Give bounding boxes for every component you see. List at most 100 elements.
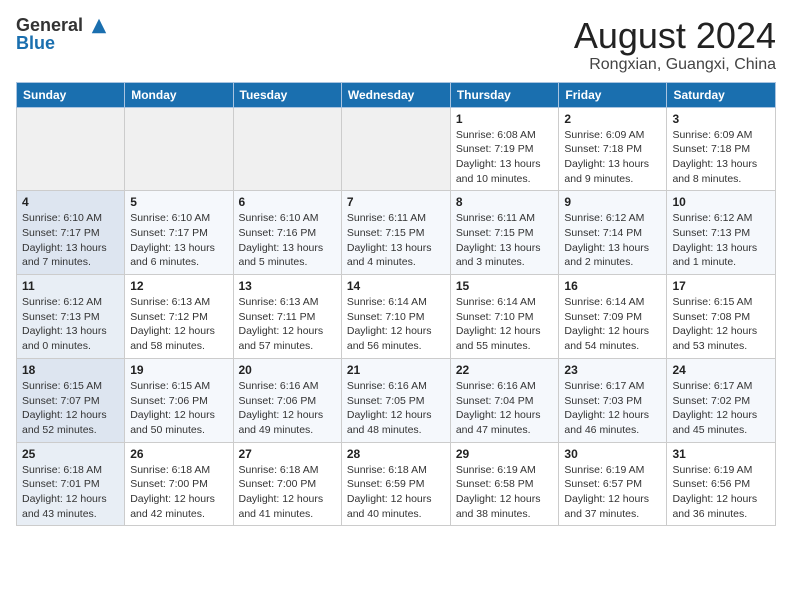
- day-number: 14: [347, 279, 445, 293]
- calendar-week-row: 4 Sunrise: 6:10 AMSunset: 7:17 PMDaylight…: [17, 191, 776, 275]
- day-info: Sunrise: 6:18 AMSunset: 7:01 PMDaylight:…: [22, 463, 119, 522]
- title-area: August 2024 Rongxian, Guangxi, China: [574, 16, 776, 74]
- calendar-cell: 26 Sunrise: 6:18 AMSunset: 7:00 PMDayligh…: [125, 442, 233, 526]
- calendar-cell: 24 Sunrise: 6:17 AMSunset: 7:02 PMDayligh…: [667, 358, 776, 442]
- day-number: 28: [347, 447, 445, 461]
- day-info: Sunrise: 6:18 AMSunset: 7:00 PMDaylight:…: [130, 463, 227, 522]
- weekday-header-saturday: Saturday: [667, 82, 776, 107]
- day-info: Sunrise: 6:10 AMSunset: 7:16 PMDaylight:…: [239, 211, 336, 270]
- day-info: Sunrise: 6:14 AMSunset: 7:10 PMDaylight:…: [456, 295, 554, 354]
- day-info: Sunrise: 6:17 AMSunset: 7:03 PMDaylight:…: [564, 379, 661, 438]
- calendar-cell: 16Sunrise: 6:14 AMSunset: 7:09 PMDayligh…: [559, 275, 667, 359]
- weekday-header-thursday: Thursday: [450, 82, 559, 107]
- calendar-cell: [17, 107, 125, 191]
- calendar-cell: 27 Sunrise: 6:18 AMSunset: 7:00 PMDayligh…: [233, 442, 341, 526]
- day-info: Sunrise: 6:09 AMSunset: 7:18 PMDaylight:…: [672, 128, 770, 187]
- day-info: Sunrise: 6:09 AMSunset: 7:18 PMDaylight:…: [564, 128, 661, 187]
- calendar-cell: 5Sunrise: 6:10 AMSunset: 7:17 PMDaylight…: [125, 191, 233, 275]
- calendar-cell: [341, 107, 450, 191]
- weekday-header-monday: Monday: [125, 82, 233, 107]
- calendar-cell: 4Sunrise: 6:10 AMSunset: 7:17 PMDaylight…: [17, 191, 125, 275]
- calendar-cell: [125, 107, 233, 191]
- day-number: 26: [130, 447, 227, 461]
- calendar-cell: 20 Sunrise: 6:16 AMSunset: 7:06 PMDayligh…: [233, 358, 341, 442]
- calendar-cell: 29 Sunrise: 6:19 AMSunset: 6:58 PMDayligh…: [450, 442, 559, 526]
- day-number: 8: [456, 195, 554, 209]
- day-number: 29: [456, 447, 554, 461]
- calendar-table: SundayMondayTuesdayWednesdayThursdayFrid…: [16, 82, 776, 527]
- day-number: 7: [347, 195, 445, 209]
- day-info: Sunrise: 6:10 AMSunset: 7:17 PMDaylight:…: [130, 211, 227, 270]
- day-info: Sunrise: 6:15 AMSunset: 7:08 PMDaylight:…: [672, 295, 770, 354]
- day-number: 12: [130, 279, 227, 293]
- calendar-cell: 2 Sunrise: 6:09 AMSunset: 7:18 PMDaylight…: [559, 107, 667, 191]
- day-info: Sunrise: 6:14 AMSunset: 7:09 PMDaylight:…: [564, 295, 661, 354]
- day-number: 17: [672, 279, 770, 293]
- day-number: 23: [564, 363, 661, 377]
- calendar-cell: 14 Sunrise: 6:14 AMSunset: 7:10 PMDayligh…: [341, 275, 450, 359]
- day-number: 11: [22, 279, 119, 293]
- day-number: 15: [456, 279, 554, 293]
- day-info: Sunrise: 6:19 AMSunset: 6:58 PMDaylight:…: [456, 463, 554, 522]
- calendar-week-row: 1 Sunrise: 6:08 AMSunset: 7:19 PMDaylight…: [17, 107, 776, 191]
- day-number: 31: [672, 447, 770, 461]
- day-info: Sunrise: 6:13 AMSunset: 7:11 PMDaylight:…: [239, 295, 336, 354]
- day-info: Sunrise: 6:16 AMSunset: 7:06 PMDaylight:…: [239, 379, 336, 438]
- calendar-cell: 11 Sunrise: 6:12 AMSunset: 7:13 PMDayligh…: [17, 275, 125, 359]
- day-number: 30: [564, 447, 661, 461]
- calendar-cell: 17 Sunrise: 6:15 AMSunset: 7:08 PMDayligh…: [667, 275, 776, 359]
- day-number: 19: [130, 363, 227, 377]
- day-info: Sunrise: 6:13 AMSunset: 7:12 PMDaylight:…: [130, 295, 227, 354]
- calendar-cell: 18Sunrise: 6:15 AMSunset: 7:07 PMDayligh…: [17, 358, 125, 442]
- calendar-week-row: 25 Sunrise: 6:18 AMSunset: 7:01 PMDayligh…: [17, 442, 776, 526]
- calendar-cell: 12 Sunrise: 6:13 AMSunset: 7:12 PMDayligh…: [125, 275, 233, 359]
- calendar-week-row: 18Sunrise: 6:15 AMSunset: 7:07 PMDayligh…: [17, 358, 776, 442]
- day-number: 2: [564, 112, 661, 126]
- day-info: Sunrise: 6:18 AMSunset: 7:00 PMDaylight:…: [239, 463, 336, 522]
- calendar-cell: 15 Sunrise: 6:14 AMSunset: 7:10 PMDayligh…: [450, 275, 559, 359]
- day-info: Sunrise: 6:17 AMSunset: 7:02 PMDaylight:…: [672, 379, 770, 438]
- day-number: 27: [239, 447, 336, 461]
- logo: General Blue: [16, 16, 108, 54]
- day-number: 24: [672, 363, 770, 377]
- calendar-cell: 7 Sunrise: 6:11 AMSunset: 7:15 PMDaylight…: [341, 191, 450, 275]
- day-info: Sunrise: 6:15 AMSunset: 7:07 PMDaylight:…: [22, 379, 119, 438]
- day-info: Sunrise: 6:08 AMSunset: 7:19 PMDaylight:…: [456, 128, 554, 187]
- day-number: 4: [22, 195, 119, 209]
- calendar-cell: 22 Sunrise: 6:16 AMSunset: 7:04 PMDayligh…: [450, 358, 559, 442]
- day-number: 10: [672, 195, 770, 209]
- calendar-cell: 9Sunrise: 6:12 AMSunset: 7:14 PMDaylight…: [559, 191, 667, 275]
- day-number: 21: [347, 363, 445, 377]
- day-number: 9: [564, 195, 661, 209]
- day-info: Sunrise: 6:12 AMSunset: 7:13 PMDaylight:…: [672, 211, 770, 270]
- weekday-header-friday: Friday: [559, 82, 667, 107]
- calendar-cell: 3Sunrise: 6:09 AMSunset: 7:18 PMDaylight…: [667, 107, 776, 191]
- day-number: 20: [239, 363, 336, 377]
- calendar-cell: 25 Sunrise: 6:18 AMSunset: 7:01 PMDayligh…: [17, 442, 125, 526]
- day-number: 1: [456, 112, 554, 126]
- calendar-cell: 10 Sunrise: 6:12 AMSunset: 7:13 PMDayligh…: [667, 191, 776, 275]
- weekday-header-row: SundayMondayTuesdayWednesdayThursdayFrid…: [17, 82, 776, 107]
- logo-blue-text: Blue: [16, 34, 55, 54]
- day-info: Sunrise: 6:15 AMSunset: 7:06 PMDaylight:…: [130, 379, 227, 438]
- day-info: Sunrise: 6:16 AMSunset: 7:05 PMDaylight:…: [347, 379, 445, 438]
- calendar-cell: 8Sunrise: 6:11 AMSunset: 7:15 PMDaylight…: [450, 191, 559, 275]
- weekday-header-sunday: Sunday: [17, 82, 125, 107]
- calendar-cell: 6 Sunrise: 6:10 AMSunset: 7:16 PMDaylight…: [233, 191, 341, 275]
- weekday-header-wednesday: Wednesday: [341, 82, 450, 107]
- day-number: 22: [456, 363, 554, 377]
- day-info: Sunrise: 6:18 AMSunset: 6:59 PMDaylight:…: [347, 463, 445, 522]
- day-info: Sunrise: 6:16 AMSunset: 7:04 PMDaylight:…: [456, 379, 554, 438]
- calendar-cell: 19 Sunrise: 6:15 AMSunset: 7:06 PMDayligh…: [125, 358, 233, 442]
- day-number: 25: [22, 447, 119, 461]
- calendar-subtitle: Rongxian, Guangxi, China: [574, 56, 776, 74]
- day-info: Sunrise: 6:14 AMSunset: 7:10 PMDaylight:…: [347, 295, 445, 354]
- day-info: Sunrise: 6:11 AMSunset: 7:15 PMDaylight:…: [347, 211, 445, 270]
- calendar-cell: 28 Sunrise: 6:18 AMSunset: 6:59 PMDayligh…: [341, 442, 450, 526]
- day-number: 6: [239, 195, 336, 209]
- calendar-cell: 1 Sunrise: 6:08 AMSunset: 7:19 PMDaylight…: [450, 107, 559, 191]
- day-info: Sunrise: 6:19 AMSunset: 6:56 PMDaylight:…: [672, 463, 770, 522]
- calendar-cell: 21 Sunrise: 6:16 AMSunset: 7:05 PMDayligh…: [341, 358, 450, 442]
- day-info: Sunrise: 6:12 AMSunset: 7:13 PMDaylight:…: [22, 295, 119, 354]
- calendar-cell: 23 Sunrise: 6:17 AMSunset: 7:03 PMDayligh…: [559, 358, 667, 442]
